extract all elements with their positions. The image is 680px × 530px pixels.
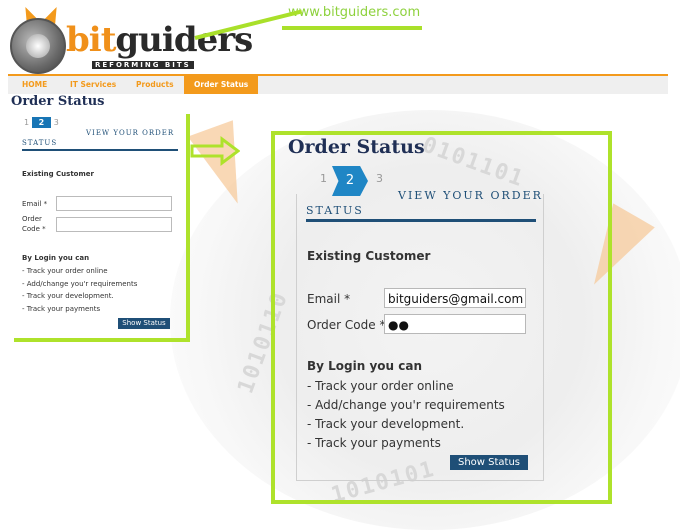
email-field[interactable]: bitguiders@gmail.com: [384, 288, 526, 308]
main-navbar: HOME IT Services Products Order Status: [8, 74, 668, 94]
small-code-label: Code *: [22, 225, 46, 233]
small-bullet: - Track your payments: [22, 305, 101, 313]
small-bullet: - Add/change you'r requirements: [22, 280, 138, 288]
small-step-1: 1: [24, 118, 30, 127]
small-order-label: Order: [22, 215, 42, 223]
nav-products[interactable]: Products: [126, 76, 184, 94]
existing-customer-heading: Existing Customer: [307, 249, 431, 263]
logo-text: bitguiders: [66, 20, 253, 60]
page-title: Order Status: [288, 136, 425, 158]
benefit-item: - Track your order online: [307, 379, 454, 393]
status-divider: [306, 219, 536, 222]
benefit-item: - Track your payments: [307, 436, 441, 450]
small-status-label: STATUS: [22, 139, 58, 147]
benefit-item: - Add/change you'r requirements: [307, 398, 505, 412]
step-1: 1: [320, 172, 327, 185]
small-login-heading: By Login you can: [22, 254, 90, 262]
logo-tagline: REFORMING BITS: [92, 61, 194, 69]
small-page-title: Order Status: [11, 94, 105, 109]
zoom-arrow-icon: [190, 136, 240, 166]
site-logo[interactable]: bitguiders REFORMING BITS: [8, 3, 253, 74]
small-view-order-label: VIEW YOUR ORDER: [86, 129, 175, 137]
step-3: 3: [376, 172, 383, 185]
nav-order-status[interactable]: Order Status: [184, 76, 259, 94]
status-label: STATUS: [306, 204, 364, 217]
show-status-button[interactable]: Show Status: [450, 455, 528, 470]
small-email-field[interactable]: [56, 196, 172, 211]
order-code-label: Order Code *: [307, 318, 386, 332]
site-url: www.bitguiders.com: [288, 5, 421, 20]
login-heading: By Login you can: [307, 359, 423, 373]
logo-disc-icon: [10, 18, 66, 74]
url-underline: [282, 26, 422, 30]
small-step-current: 2: [31, 117, 52, 128]
benefit-item: - Track your development.: [307, 417, 465, 431]
small-email-label: Email *: [22, 200, 48, 208]
nav-home[interactable]: HOME: [12, 76, 57, 94]
email-label: Email *: [307, 292, 351, 306]
view-order-label: VIEW YOUR ORDER: [398, 189, 543, 202]
small-bullet: - Track your development.: [22, 292, 114, 300]
background-ray: [187, 120, 261, 212]
small-step-3: 3: [53, 118, 59, 127]
nav-it-services[interactable]: IT Services: [60, 76, 126, 94]
small-divider: [22, 149, 178, 151]
small-existing-customer: Existing Customer: [22, 170, 94, 178]
small-bullet: - Track your order online: [22, 267, 108, 275]
small-order-code-field[interactable]: [56, 217, 172, 232]
order-code-field[interactable]: ●●: [384, 314, 526, 334]
small-show-status-button[interactable]: Show Status: [118, 318, 170, 329]
small-step-indicator: 1 2 3: [24, 117, 59, 128]
